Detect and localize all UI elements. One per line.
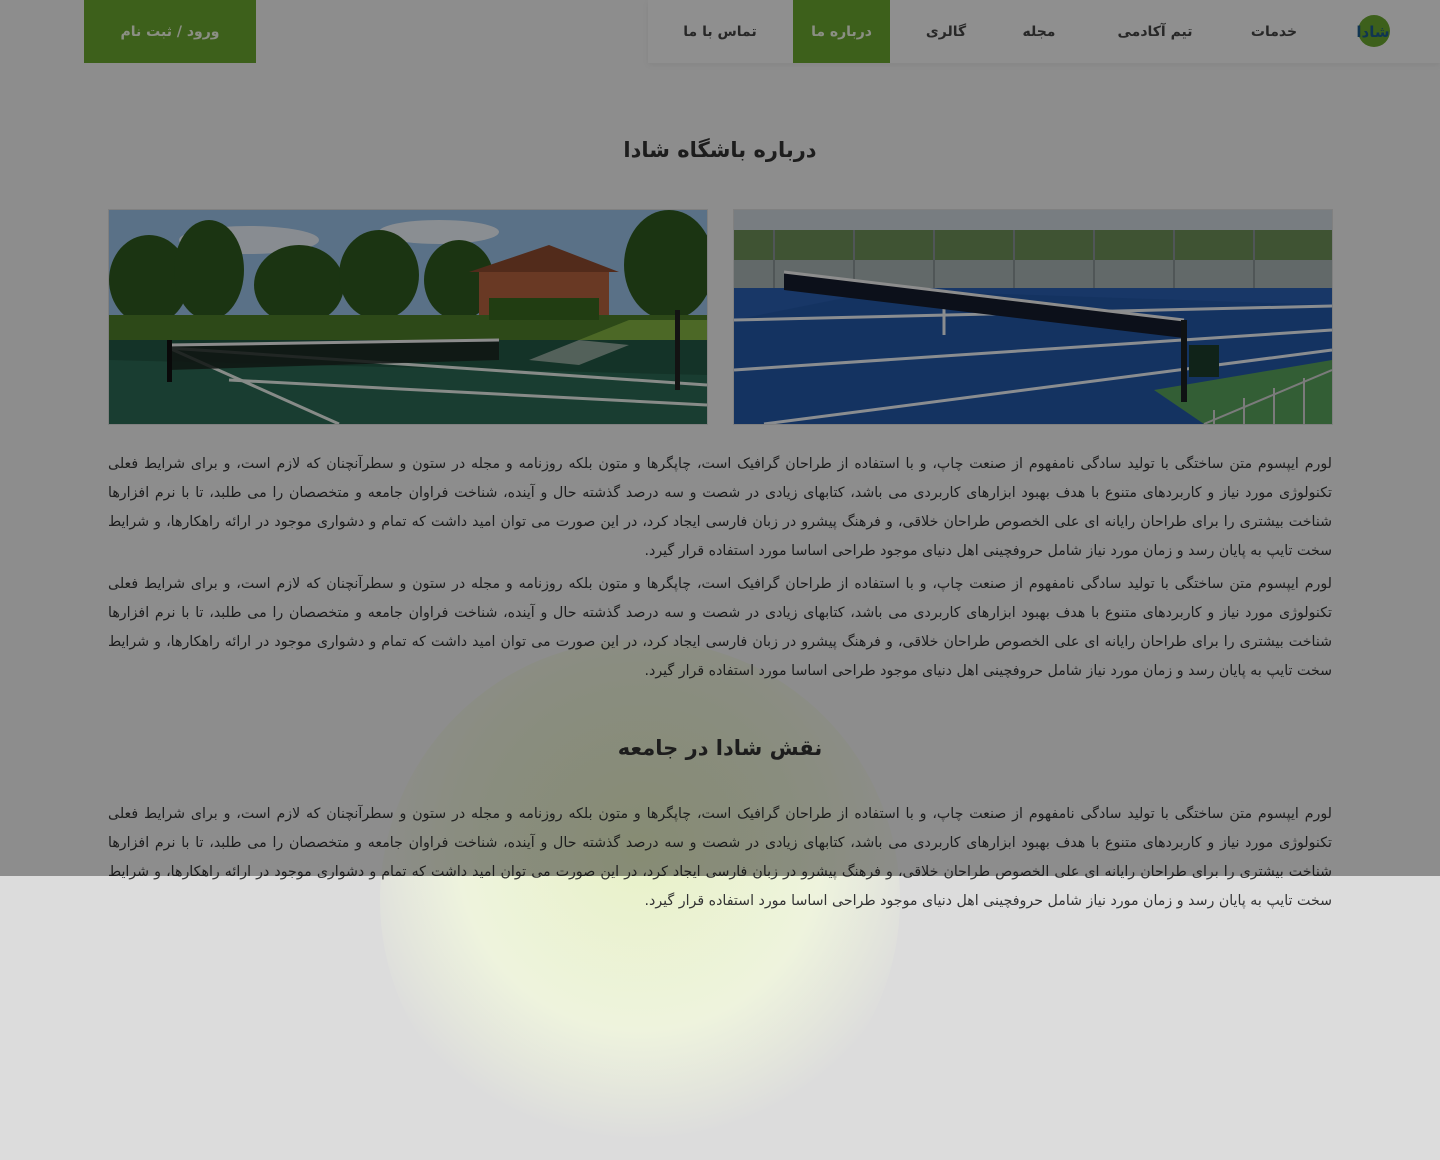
blue-court-photo bbox=[733, 209, 1333, 425]
green-court-photo bbox=[108, 209, 708, 425]
page: شادا خدمات تیم آکادمی مجله گالری درباره … bbox=[0, 0, 1440, 1160]
role-title: نقش شادا در جامعه bbox=[617, 736, 823, 760]
logo-text: شادا bbox=[1356, 23, 1389, 41]
about-paragraph-2: لورم ایپسوم متن ساختگی با تولید سادگی نا… bbox=[108, 576, 1332, 679]
role-paragraph: لورم ایپسوم متن ساختگی با تولید سادگی نا… bbox=[108, 806, 1332, 909]
about-title: درباره باشگاه شادا bbox=[623, 138, 817, 162]
nav-item-about[interactable]: درباره ما bbox=[793, 0, 890, 63]
site-logo[interactable]: شادا bbox=[1340, 12, 1406, 50]
main-nav: شادا خدمات تیم آکادمی مجله گالری درباره … bbox=[648, 0, 1440, 63]
nav-item-contact[interactable]: تماس با ما bbox=[668, 0, 772, 63]
login-register-button[interactable]: ورود / ثبت نام bbox=[84, 0, 256, 63]
nav-item-gallery[interactable]: گالری bbox=[908, 0, 984, 63]
nav-item-academy-team[interactable]: تیم آکادمی bbox=[1092, 0, 1218, 63]
nav-item-services[interactable]: خدمات bbox=[1238, 0, 1310, 63]
about-paragraph-1: لورم ایپسوم متن ساختگی با تولید سادگی نا… bbox=[108, 456, 1332, 559]
nav-item-magazine[interactable]: مجله bbox=[1006, 0, 1072, 63]
